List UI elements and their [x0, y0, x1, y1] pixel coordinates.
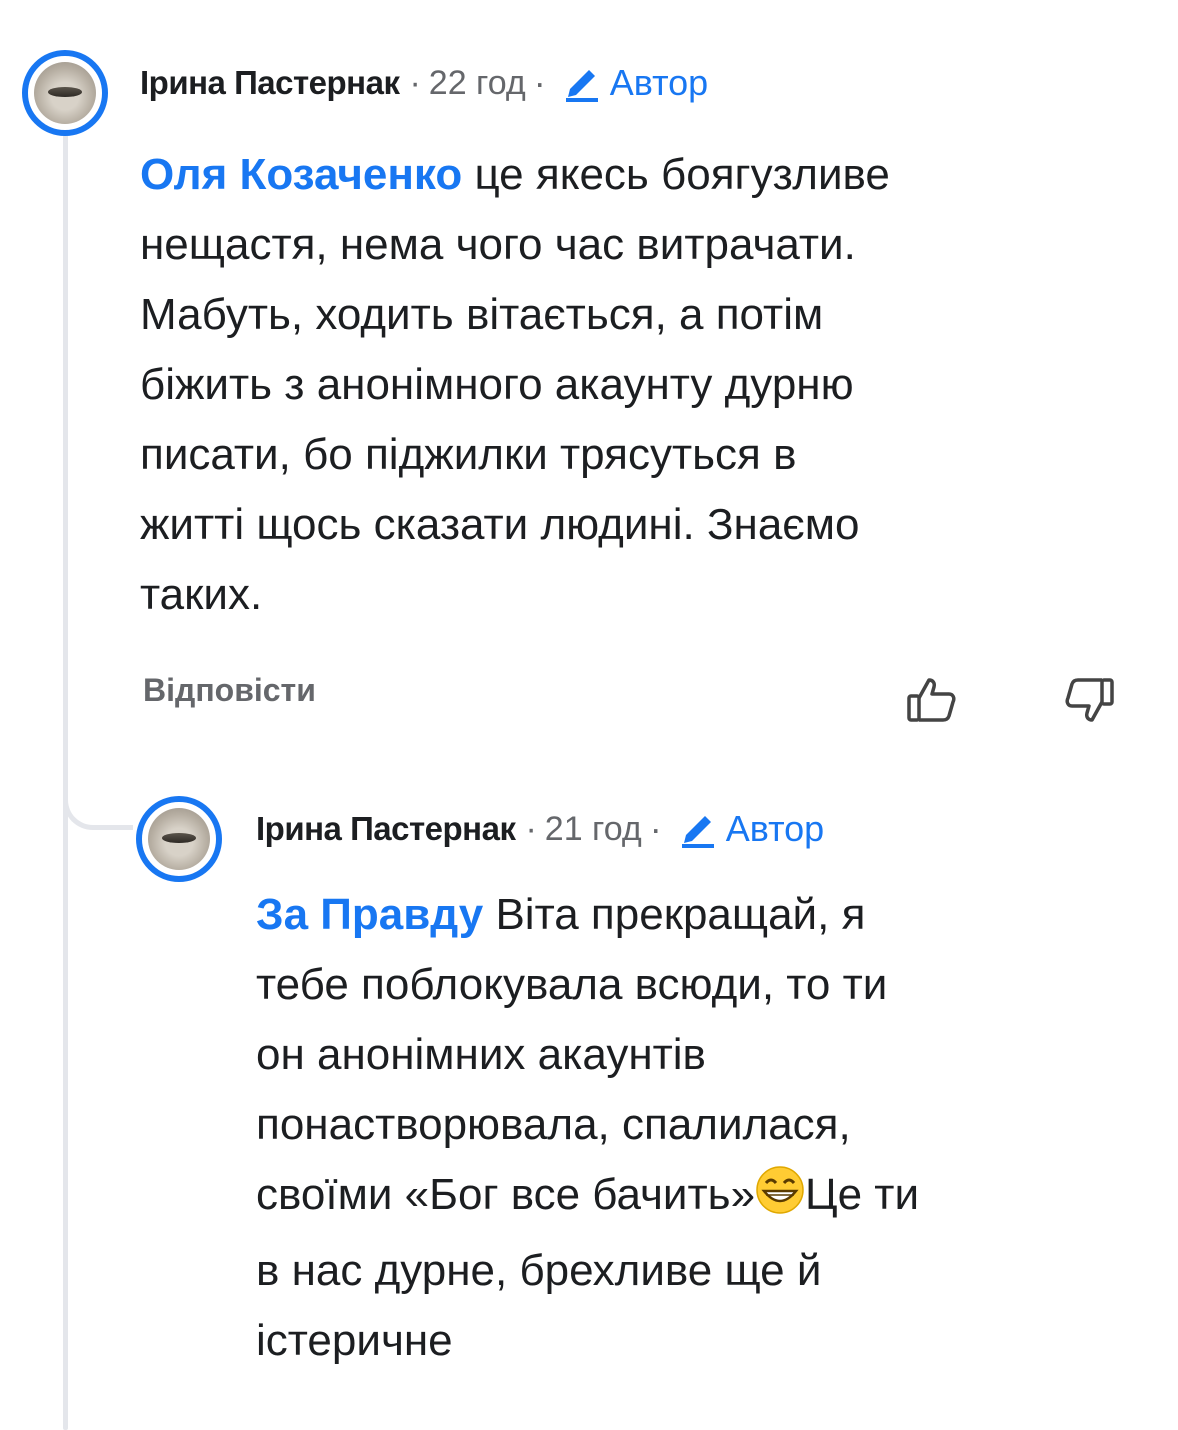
comment-text-line: таких. — [140, 570, 263, 619]
reply-button[interactable]: Відповісти — [143, 672, 316, 709]
author-badge: · Автор — [533, 62, 709, 103]
comment-text-line: це якесь боягузливе — [474, 150, 890, 199]
like-button[interactable] — [905, 672, 961, 733]
avatar[interactable] — [136, 796, 222, 882]
comment-text-line: в нас дурне, брехливе ще й — [256, 1246, 822, 1295]
grinning-face-emoji-icon — [755, 1165, 805, 1236]
pencil-icon — [565, 70, 598, 102]
comment-text-line: писати, бо піджилки трясуться в — [140, 430, 797, 479]
author-name[interactable]: Ірина Пастернак — [256, 810, 516, 848]
timestamp[interactable]: · 22 год — [409, 64, 525, 103]
comment-text-line: біжить з анонімного акаунту дурню — [140, 360, 854, 409]
comment-text-line: Мабуть, ходить вітається, а потім — [140, 290, 824, 339]
comment-text-line: нещастя, нема чого час витрачати. — [140, 220, 856, 269]
thumbs-up-icon — [907, 678, 956, 722]
comment-header: Ірина Пастернак · 22 год · Автор — [140, 62, 708, 104]
comment-text-line: понастворювала, спалилася, — [256, 1100, 851, 1149]
author-badge: · Автор — [649, 808, 825, 849]
comment-text-line-with-emoji: своїми «Бог все бачить» Це ти — [256, 1160, 1156, 1236]
thumbs-down-icon — [1065, 678, 1114, 722]
comment-text-line: он анонімних акаунтів — [256, 1030, 706, 1079]
dislike-button[interactable] — [1060, 672, 1116, 733]
comment-text-line: тебе поблокувала всюди, то ти — [256, 960, 888, 1009]
reply-connector — [63, 770, 133, 830]
comment-header: Ірина Пастернак · 21 год · Автор — [256, 808, 824, 850]
comment-text-line: істеричне — [256, 1316, 453, 1365]
pencil-icon — [681, 816, 714, 848]
avatar[interactable] — [22, 50, 108, 136]
comment-body: За Правду Віта прекращай, я тебе поблоку… — [256, 880, 1156, 1376]
author-name[interactable]: Ірина Пастернак — [140, 64, 400, 102]
comment-text-line: житті щось сказати людині. Знаємо — [140, 500, 860, 549]
timestamp[interactable]: · 21 год — [525, 810, 641, 849]
mention-link[interactable]: Оля Козаченко — [140, 150, 462, 199]
comment-body: Оля Козаченко це якесь боягузливе нещаст… — [140, 140, 1140, 630]
comment-text-line: Віта прекращай, я — [495, 890, 866, 939]
mention-link[interactable]: За Правду — [256, 890, 483, 939]
